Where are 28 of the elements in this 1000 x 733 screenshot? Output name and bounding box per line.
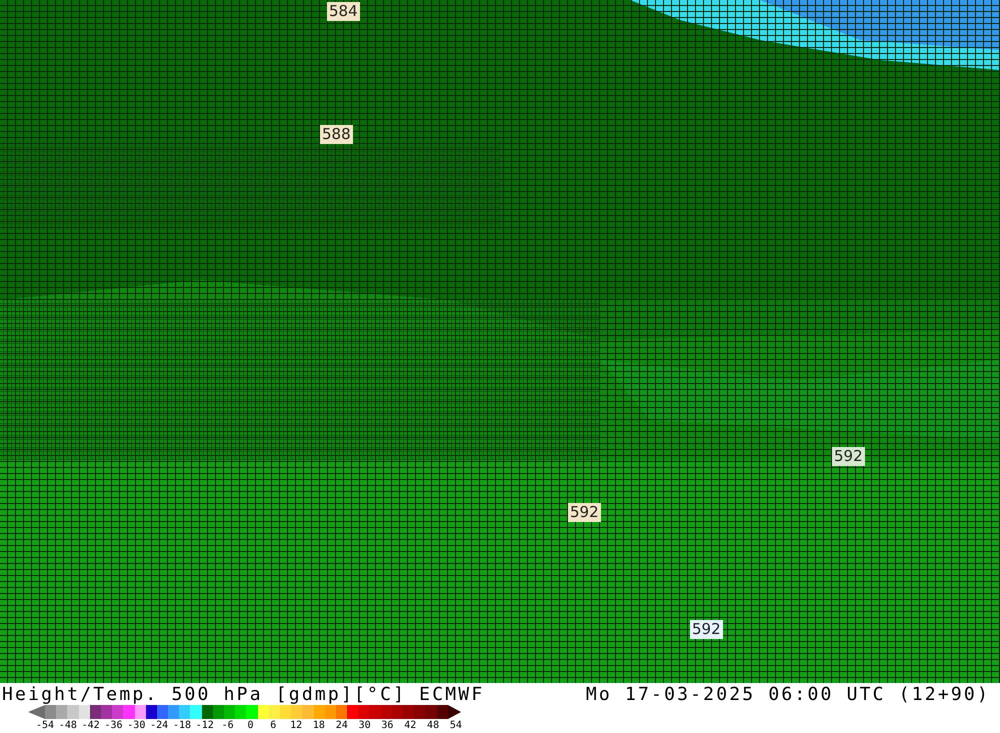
tick-label: -6 — [220, 719, 235, 732]
tick-label: 18 — [312, 719, 326, 732]
contour-label: 592 — [690, 620, 723, 639]
tick-label: 12 — [289, 719, 304, 732]
contour-label: 588 — [320, 125, 353, 144]
tick-label: 6 — [269, 719, 278, 732]
tick-label: 24 — [334, 719, 349, 732]
left-arrow-icon — [28, 705, 45, 719]
right-arrow-icon — [448, 705, 461, 719]
contour-label: 584 — [327, 2, 360, 21]
tick-label: 42 — [403, 719, 418, 732]
tick-label: -42 — [80, 719, 101, 732]
tick-label: -36 — [103, 719, 124, 732]
tick-label: 48 — [426, 719, 440, 732]
tick-label: -12 — [194, 719, 215, 732]
tick-label: 36 — [380, 719, 394, 732]
contour-label: 592 — [832, 447, 865, 466]
chart-title: Height/Temp. 500 hPa [gdmp][°C] ECMWF — [2, 684, 484, 704]
tick-label: -24 — [149, 719, 170, 732]
tick-label: 0 — [246, 719, 254, 732]
contour-label: 592 — [568, 503, 601, 522]
tick-label: 30 — [358, 719, 372, 732]
tick-label: -30 — [126, 719, 146, 732]
valid-time: Mo 17-03-2025 06:00 UTC (12+90) — [586, 684, 990, 704]
tick-label: -48 — [58, 719, 78, 732]
tick-label: -54 — [34, 719, 56, 732]
tick-label: -18 — [172, 719, 192, 732]
tick-label: 54 — [448, 719, 463, 732]
